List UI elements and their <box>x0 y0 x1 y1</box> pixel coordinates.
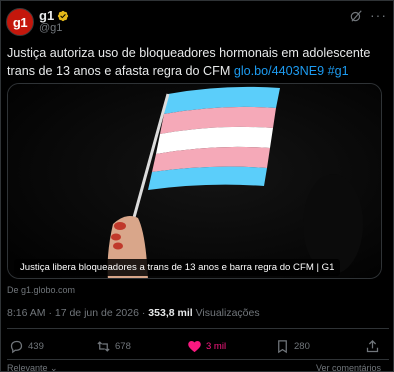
view-comments-link[interactable]: Ver comentários <box>316 363 381 372</box>
sort-relevant-button[interactable]: Relevante ⌄ <box>7 363 58 372</box>
bookmark-button[interactable]: 280 <box>275 339 310 354</box>
avatar[interactable]: g1 <box>6 8 34 36</box>
like-button[interactable]: 3 mil <box>187 339 226 354</box>
more-options-icon[interactable]: ··· <box>370 7 387 23</box>
tweet-link[interactable]: glo.bo/4403NE9 <box>234 64 324 78</box>
author-handle[interactable]: @g1 <box>39 22 62 34</box>
author-row[interactable]: g1 <box>39 8 69 23</box>
views-label: Visualizações <box>195 307 260 319</box>
avatar-text: g1 <box>12 14 28 30</box>
reply-count: 439 <box>28 341 44 352</box>
view-count: 353,8 mil <box>148 307 193 319</box>
grok-icon[interactable] <box>349 9 363 23</box>
heart-icon <box>188 341 201 353</box>
flag-photo <box>8 84 381 278</box>
bookmark-count: 280 <box>294 341 310 352</box>
tweet-time[interactable]: 8:16 AM <box>7 307 46 319</box>
reply-button[interactable]: 439 <box>9 339 44 354</box>
tweet-text: Justiça autoriza uso de bloqueadores hor… <box>7 44 389 80</box>
repost-button[interactable]: 678 <box>96 339 131 354</box>
share-icon <box>366 339 379 353</box>
bookmark-icon <box>278 340 287 354</box>
tweet-card: g1 g1 @g1 ··· Justiça autoriza uso de bl… <box>0 0 394 372</box>
link-card-image[interactable]: Justiça libera bloqueadores a trans de 1… <box>7 83 382 279</box>
tweet-meta: 8:16 AM · 17 de jun de 2026 · 353,8 mil … <box>7 307 260 319</box>
link-source[interactable]: De g1.globo.com <box>7 285 75 295</box>
divider-top <box>7 328 389 329</box>
trans-flag <box>148 86 280 190</box>
divider-bottom <box>7 359 389 360</box>
sort-label: Relevante <box>7 363 48 372</box>
tweet-hashtag[interactable]: #g1 <box>328 64 349 78</box>
like-count: 3 mil <box>206 341 227 352</box>
link-card-caption: Justiça libera bloqueadores a trans de 1… <box>14 259 341 276</box>
verified-badge-icon <box>58 10 69 21</box>
repost-icon <box>97 341 110 352</box>
reply-icon <box>10 340 23 354</box>
author-name[interactable]: g1 <box>39 8 54 23</box>
action-bar: 439 678 3 mil 280 <box>1 337 394 357</box>
repost-count: 678 <box>115 341 131 352</box>
tweet-date[interactable]: 17 de jun de 2026 <box>55 307 139 319</box>
share-button[interactable] <box>365 339 380 354</box>
